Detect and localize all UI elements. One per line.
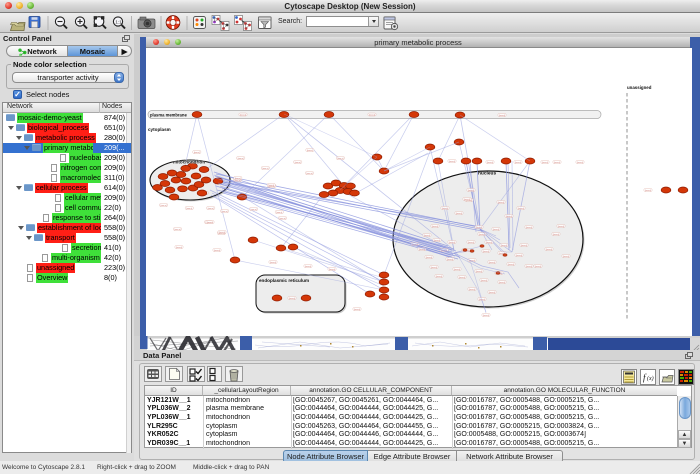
svg-text:[xxx.x]: [xxx.x] [426,257,432,259]
svg-text:[xxx.x]: [xxx.x] [238,158,244,160]
svg-text:[xxx.x]: [xxx.x] [307,173,313,175]
svg-text:[xxx.x]: [xxx.x] [481,280,487,282]
svg-text:[xxx.x]: [xxx.x] [546,249,552,251]
svg-text:[xxx.x]: [xxx.x] [289,298,295,300]
svg-text:[xxx.x]: [xxx.x] [276,212,282,214]
svg-text:[xxx.x]: [xxx.x] [161,205,167,207]
svg-text:[xxx.x]: [xxx.x] [553,234,559,236]
svg-text:[xxx.x]: [xxx.x] [456,213,462,215]
svg-text:[xxx.x]: [xxx.x] [468,190,474,192]
svg-text:[xxx.x]: [xxx.x] [498,202,504,204]
svg-text:[xxx.x]: [xxx.x] [369,115,375,117]
svg-text:[xxx.x]: [xxx.x] [449,161,455,163]
svg-text:[xxx.x]: [xxx.x] [305,266,311,268]
svg-text:endoplasmic reticulum: endoplasmic reticulum [259,278,309,283]
svg-text:[xxx.x]: [xxx.x] [464,199,470,201]
svg-text:1:1: 1:1 [115,20,122,25]
svg-text:[xxx.x]: [xxx.x] [493,229,499,231]
svg-text:[xxx.x]: [xxx.x] [469,289,475,291]
svg-text:[xxx.x]: [xxx.x] [442,208,448,210]
svg-text:[xxx.x]: [xxx.x] [563,256,569,258]
svg-text:[xxx.x]: [xxx.x] [354,309,360,311]
svg-text:[xxx.x]: [xxx.x] [483,251,489,253]
svg-text:[xxx.x]: [xxx.x] [526,266,532,268]
svg-text:[xxx.x]: [xxx.x] [419,249,425,251]
svg-text:[xxx.x]: [xxx.x] [240,115,246,117]
svg-text:[xxx.x]: [xxx.x] [489,262,495,264]
svg-text:plasma membrane: plasma membrane [150,112,187,117]
svg-text:[xxx.x]: [xxx.x] [577,162,583,164]
svg-text:[xxx.x]: [xxx.x] [468,242,474,244]
svg-text:[xxx.x]: [xxx.x] [459,277,465,279]
svg-text:[xxx.x]: [xxx.x] [251,209,257,211]
svg-text:[xxx.x]: [xxx.x] [516,255,522,257]
svg-text:[xxx.x]: [xxx.x] [535,266,541,268]
svg-text:[xxx.x]: [xxx.x] [214,250,220,252]
svg-text:[xxx.x]: [xxx.x] [501,245,507,247]
svg-text:[xxx.x]: [xxx.x] [449,242,455,244]
svg-text:[xxx.x]: [xxx.x] [554,162,560,164]
svg-text:[xxx.x]: [xxx.x] [489,292,495,294]
svg-text:[xxx.x]: [xxx.x] [515,162,521,164]
svg-text:mitochondrion: mitochondrion [173,160,205,165]
svg-text:[xxx.x]: [xxx.x] [270,262,276,264]
svg-text:[xxx.x]: [xxx.x] [447,259,453,261]
svg-text:[xxx.x]: [xxx.x] [194,152,200,154]
svg-text:[xxx.x]: [xxx.x] [262,168,268,170]
svg-text:unassigned: unassigned [627,85,652,90]
svg-text:[xxx.x]: [xxx.x] [558,226,564,228]
svg-text:[xxx.x]: [xxx.x] [424,235,430,237]
svg-text:[xxx.x]: [xxx.x] [542,162,548,164]
svg-text:[xxx.x]: [xxx.x] [295,162,301,164]
svg-text:[xxx.x]: [xxx.x] [476,271,482,273]
svg-text:[xxx.x]: [xxx.x] [526,227,532,229]
svg-text:[xxx.x]: [xxx.x] [436,276,442,278]
svg-text:[xxx.x]: [xxx.x] [518,208,524,210]
svg-text:nucleus: nucleus [478,171,496,177]
svg-text:[xxx.x]: [xxx.x] [431,267,437,269]
svg-text:[xxx.x]: [xxx.x] [487,162,493,164]
svg-text:[xxx.x]: [xxx.x] [508,264,514,266]
svg-text:[xxx.x]: [xxx.x] [645,190,651,192]
svg-text:(x): (x) [647,375,654,382]
svg-text:[xxx.x]: [xxx.x] [454,269,460,271]
svg-text:[xxx.x]: [xxx.x] [219,232,225,234]
svg-text:[xxx.x]: [xxx.x] [479,299,485,301]
svg-text:[xxx.x]: [xxx.x] [521,245,527,247]
svg-text:[xxx.x]: [xxx.x] [479,234,485,236]
svg-text:[xxx.x]: [xxx.x] [434,240,440,242]
svg-text:[xxx.x]: [xxx.x] [235,178,241,180]
svg-text:[xxx.x]: [xxx.x] [208,208,214,210]
svg-text:[xxx.x]: [xxx.x] [432,226,438,228]
svg-text:[xxx.x]: [xxx.x] [175,229,181,231]
svg-text:cytoplasm: cytoplasm [148,127,171,132]
svg-text:[xxx.x]: [xxx.x] [307,150,313,152]
svg-text:[xxx.x]: [xxx.x] [337,158,343,160]
svg-text:[xxx.x]: [xxx.x] [499,115,505,117]
svg-text:[xxx.x]: [xxx.x] [280,218,286,220]
svg-text:[xxx.x]: [xxx.x] [506,216,512,218]
svg-text:[xxx.x]: [xxx.x] [483,315,489,317]
svg-text:[xxx.x]: [xxx.x] [486,242,492,244]
svg-text:[xxx.x]: [xxx.x] [176,247,182,249]
svg-text:[xxx.x]: [xxx.x] [207,222,213,224]
svg-text:[xxx.x]: [xxx.x] [329,269,335,271]
svg-text:[xxx.x]: [xxx.x] [499,282,505,284]
svg-text:[xxx.x]: [xxx.x] [186,208,192,210]
svg-text:[xxx.x]: [xxx.x] [222,211,228,213]
svg-text:[xxx.x]: [xxx.x] [268,185,274,187]
svg-text:[xxx.x]: [xxx.x] [476,227,482,229]
